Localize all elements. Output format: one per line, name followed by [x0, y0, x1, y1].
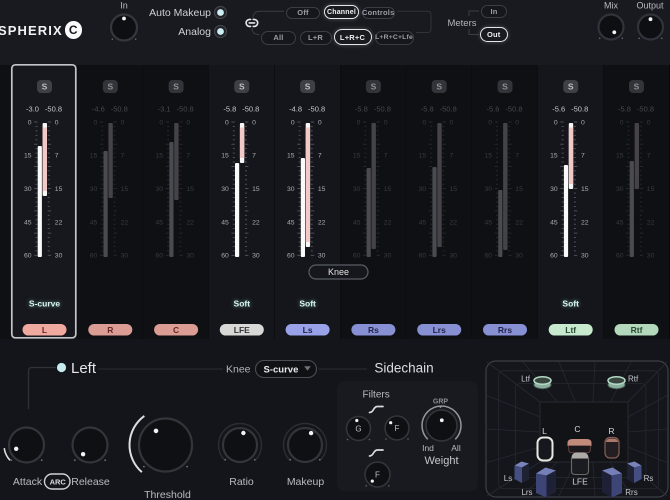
svg-text:Ls: Ls: [504, 474, 512, 483]
svg-text:Rtf: Rtf: [628, 375, 639, 384]
svg-text:Ltf: Ltf: [521, 375, 531, 384]
svg-text:C: C: [574, 424, 580, 434]
svg-text:Lrs: Lrs: [521, 488, 532, 497]
svg-text:LFE: LFE: [572, 477, 588, 487]
svg-text:L: L: [542, 426, 547, 436]
svg-text:Rs: Rs: [644, 474, 654, 483]
svg-text:R: R: [608, 426, 614, 436]
svg-text:Rrs: Rrs: [625, 488, 637, 497]
